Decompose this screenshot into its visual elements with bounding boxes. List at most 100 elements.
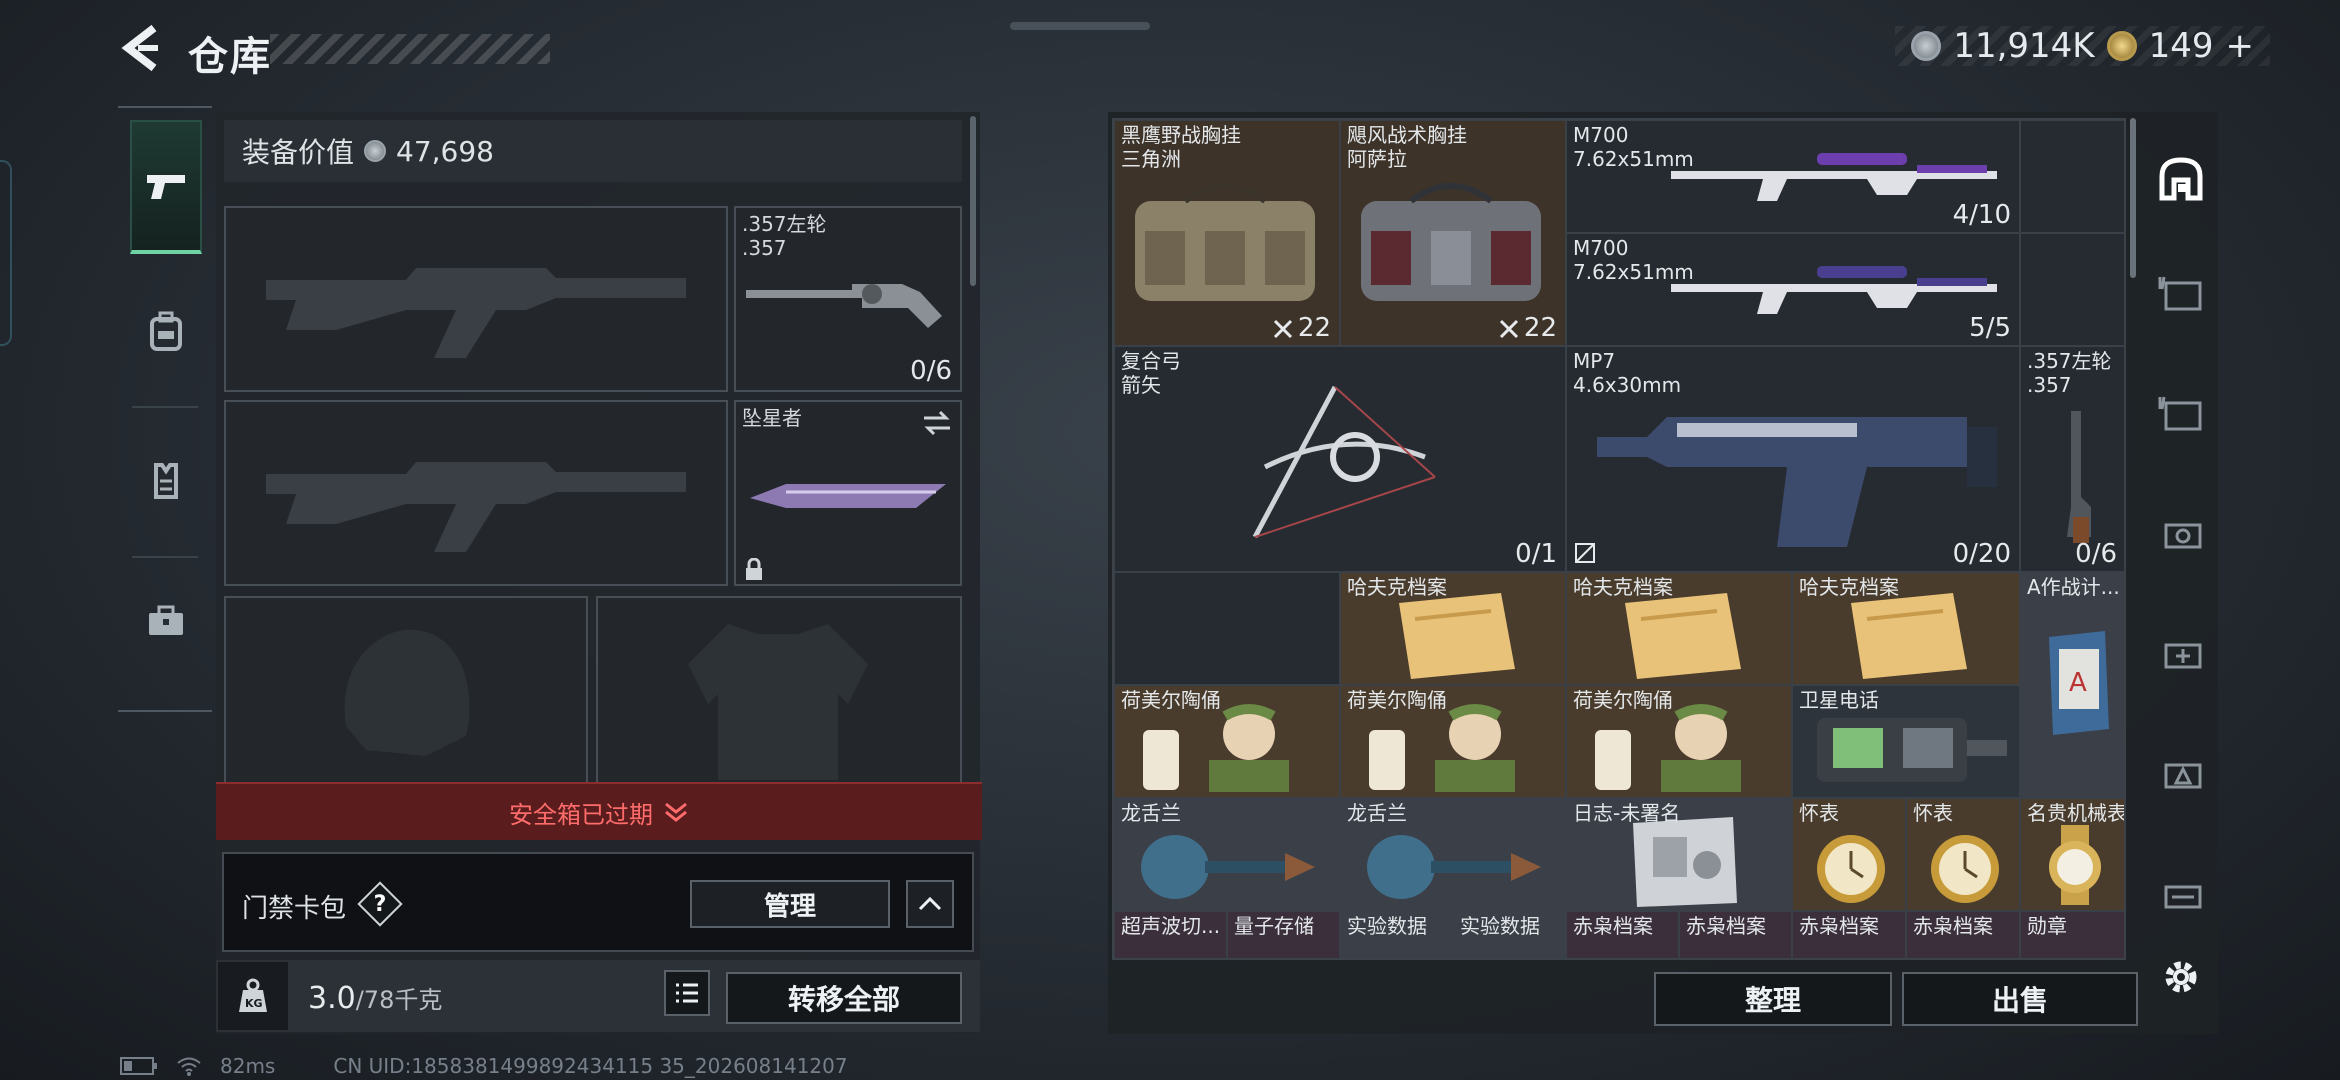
- category-2[interactable]: [2150, 382, 2212, 444]
- secondary-primary-slot[interactable]: [224, 400, 728, 586]
- category-3[interactable]: [2150, 502, 2212, 564]
- melee-slot[interactable]: 坠星者: [734, 400, 962, 586]
- briefcase-icon: [149, 605, 183, 635]
- gear-icon: [2165, 961, 2197, 993]
- item-subtitle: 三角洲: [1121, 147, 1181, 171]
- category-5[interactable]: [2150, 742, 2212, 804]
- item-name: 怀表: [1799, 801, 1839, 825]
- grid-item-owl-file-2[interactable]: 赤枭档案: [1679, 911, 1792, 958]
- rifle-silhouette-icon: [266, 462, 686, 552]
- grid-item-journal[interactable]: 日志-未署名: [1566, 798, 1792, 911]
- category-6[interactable]: [2150, 862, 2212, 924]
- sort-button[interactable]: 整理: [1654, 972, 1892, 1026]
- chevron-up-icon: [918, 896, 942, 911]
- storage-category-rail: [2140, 112, 2220, 1032]
- grid-item-tequila-2[interactable]: 龙舌兰: [1340, 798, 1566, 911]
- grid-item-rig-hurricane[interactable]: 飓风战术胸挂 阿萨拉 22: [1340, 120, 1566, 346]
- grid-empty-slot[interactable]: [2020, 120, 2124, 233]
- item-name: M700: [1573, 123, 1629, 147]
- grid-item-figurine-3[interactable]: 荷美尔陶俑: [1566, 685, 1792, 798]
- category-weapon-icon: [2158, 276, 2202, 311]
- weight-max: /78千克: [355, 986, 443, 1014]
- grid-item-haffk-file-1[interactable]: 哈夫克档案: [1340, 572, 1566, 685]
- grid-item-tequila-1[interactable]: 龙舌兰: [1114, 798, 1340, 911]
- rail-divider: [118, 106, 212, 108]
- add-ticket-button[interactable]: +: [2226, 26, 2255, 66]
- helmet-silhouette-icon: [344, 629, 470, 756]
- list-view-button[interactable]: [664, 970, 710, 1016]
- folder-file-icon: [1851, 593, 1967, 679]
- grid-item-pocket-watch-2[interactable]: 怀表: [1906, 798, 2020, 911]
- grid-item-medal[interactable]: 勋章: [2020, 911, 2124, 958]
- help-icon[interactable]: ?: [364, 888, 396, 920]
- safebox-expired-banner[interactable]: 安全箱已过期: [216, 782, 982, 840]
- item-name: M700: [1573, 236, 1629, 260]
- currency-bar[interactable]: 11,914K 149 +: [1895, 26, 2270, 66]
- item-name: 荷美尔陶俑: [1121, 688, 1221, 712]
- item-name: 赤枭档案: [1573, 914, 1653, 938]
- category-1[interactable]: [2150, 262, 2212, 324]
- grid-item-pocket-watch-1[interactable]: 怀表: [1792, 798, 1906, 911]
- swap-icon[interactable]: [922, 410, 952, 436]
- tab-vest[interactable]: [130, 406, 202, 556]
- collapse-button[interactable]: [906, 880, 954, 928]
- grid-item-rig-blackhawk[interactable]: 黑鹰野战胸挂 三角洲 22: [1114, 120, 1340, 346]
- storage-grid[interactable]: 黑鹰野战胸挂 三角洲 22 飓风战术胸挂 阿萨拉 22 M700 7.62x51mm …: [1112, 118, 2126, 960]
- primary-weapon-slot[interactable]: [224, 206, 728, 392]
- transfer-all-button[interactable]: 转移全部: [726, 972, 962, 1024]
- top-light-streak: [1010, 22, 1150, 30]
- grid-item-owl-file-1[interactable]: 赤枭档案: [1566, 911, 1679, 958]
- sell-button[interactable]: 出售: [1902, 972, 2138, 1026]
- grid-item-figurine-1[interactable]: 荷美尔陶俑: [1114, 685, 1340, 798]
- keycard-label: 门禁卡包: [242, 894, 347, 924]
- manage-button[interactable]: 管理: [690, 880, 890, 928]
- grid-item-m700-a[interactable]: M700 7.62x51mm 4/10: [1566, 120, 2020, 233]
- grid-empty-slot[interactable]: [2020, 233, 2124, 346]
- grid-item-experiment-data-1[interactable]: 实验数据: [1340, 911, 1453, 958]
- item-count: 0/1: [1515, 539, 1557, 569]
- pocket-watch-icon: [1931, 835, 1999, 903]
- tab-weapons[interactable]: [130, 120, 202, 254]
- grid-item-operation-plan[interactable]: A作战计... A: [2020, 572, 2124, 798]
- grid-item-revolver[interactable]: .357左轮 .357 0/6: [2020, 346, 2124, 572]
- grid-item-sat-phone[interactable]: 卫星电话: [1792, 685, 2020, 798]
- compound-bow-icon: [1252, 385, 1436, 539]
- category-all[interactable]: [2150, 148, 2212, 210]
- item-name: .357左轮: [2027, 349, 2112, 373]
- secondary-weapon-slot[interactable]: .357左轮 .357 0/6: [734, 206, 962, 392]
- grid-item-m700-b[interactable]: M700 7.62x51mm 5/5: [1566, 233, 2020, 346]
- grid-item-owl-file-4[interactable]: 赤枭档案: [1906, 911, 2020, 958]
- grid-item-mp7[interactable]: MP7 4.6x30mm 0/20: [1566, 346, 2020, 572]
- item-name: 日志-未署名: [1573, 801, 1681, 825]
- grid-item-owl-file-3[interactable]: 赤枭档案: [1792, 911, 1906, 958]
- back-arrow-icon[interactable]: [118, 22, 166, 74]
- grid-item-haffk-file-2[interactable]: 哈夫克档案: [1566, 572, 1792, 685]
- grid-item-experiment-data-2[interactable]: 实验数据: [1453, 911, 1566, 958]
- tab-backpack[interactable]: [130, 256, 202, 406]
- grid-empty-slot[interactable]: [1114, 572, 1340, 685]
- tequila-bottle-icon: [1367, 835, 1541, 899]
- loadout-scrollbar[interactable]: [970, 116, 976, 286]
- item-subtitle: 阿萨拉: [1347, 147, 1407, 171]
- grid-item-quantum-storage[interactable]: 量子存储: [1227, 911, 1340, 958]
- folder-file-icon: [1399, 593, 1515, 679]
- grid-item-luxury-watch[interactable]: 名贵机械表: [2020, 798, 2124, 911]
- storage-scrollbar[interactable]: [2130, 118, 2136, 278]
- battery-icon: [120, 1057, 157, 1075]
- armor-slot[interactable]: [596, 596, 962, 782]
- settings-button[interactable]: [2150, 946, 2212, 1008]
- item-name: 量子存储: [1234, 914, 1314, 938]
- double-chevron-down-icon: [665, 802, 687, 822]
- item-name: 赤枭档案: [1913, 914, 1993, 938]
- grid-item-haffk-file-3[interactable]: 哈夫克档案: [1792, 572, 2020, 685]
- tab-case[interactable]: [130, 556, 202, 686]
- left-edge-tab[interactable]: [0, 160, 12, 346]
- list-icon: [676, 983, 698, 1003]
- wristwatch-icon: [2049, 825, 2101, 905]
- grid-item-figurine-2[interactable]: 荷美尔陶俑: [1340, 685, 1566, 798]
- category-4[interactable]: [2150, 622, 2212, 684]
- helmet-slot[interactable]: [224, 596, 588, 782]
- item-count: 22: [1523, 313, 1557, 343]
- grid-item-ultrasonic-cutter[interactable]: 超声波切...: [1114, 911, 1227, 958]
- grid-item-compound-bow[interactable]: 复合弓 箭矢 0/1: [1114, 346, 1566, 572]
